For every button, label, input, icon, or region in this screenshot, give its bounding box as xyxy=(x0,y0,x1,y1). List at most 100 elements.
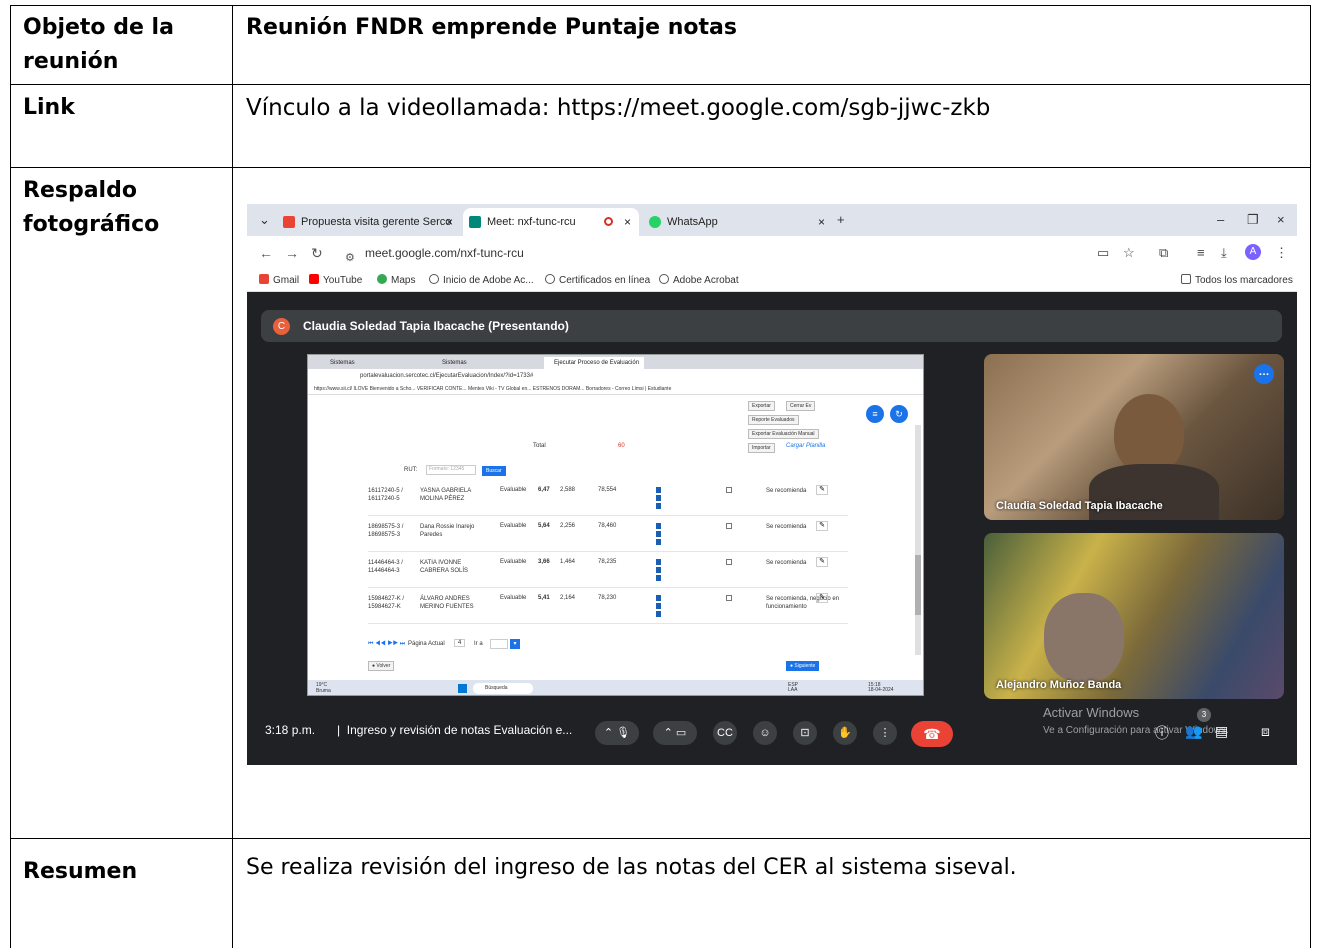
bookmarks-bar: Gmail YouTube Maps Inicio de Adobe Ac...… xyxy=(247,270,1297,292)
document-icon xyxy=(656,595,661,617)
row-rut: 18698575-3 / 18698575-3 xyxy=(368,524,404,538)
row-col-a: 2,256 xyxy=(560,523,576,529)
meeting-title-text: Ingreso y revisión de notas Evaluación e… xyxy=(346,723,573,737)
minimize-icon[interactable]: – xyxy=(1217,204,1224,236)
row-col-b: 78,230 xyxy=(598,595,617,601)
close-icon[interactable]: × xyxy=(624,208,631,236)
participant-name: Alejandro Muñoz Banda xyxy=(996,679,1122,691)
people-icon[interactable]: 👥 xyxy=(1185,723,1202,740)
meeting-clock: 3:18 p.m. xyxy=(265,723,316,737)
row-score: 6,47 xyxy=(538,487,550,493)
participant-tile-claudia[interactable]: … Claudia Soledad Tapia Ibacache xyxy=(984,354,1284,520)
chat-icon[interactable]: ▤ xyxy=(1215,723,1228,740)
bookmark-star-icon[interactable]: ☆ xyxy=(1123,236,1135,270)
microphone-button[interactable]: ⌃ 🎙 xyxy=(595,721,639,745)
tray-lang: ESP LAA xyxy=(788,682,799,693)
bookmark-maps[interactable]: Maps xyxy=(377,270,415,292)
meet-screenshot: ⌄ Propuesta visita gerente Serco × Meet:… xyxy=(247,204,1297,765)
more-options-icon[interactable]: ⋮ xyxy=(873,721,897,745)
gmail-icon xyxy=(283,216,295,228)
raise-hand-icon[interactable]: ✋ xyxy=(833,721,857,745)
captions-icon[interactable]: CC xyxy=(713,721,737,745)
new-tab-icon[interactable]: + xyxy=(837,204,845,236)
shared-taskbar: 19°C Bruma Búsqueda ESP LAA 15:18 18-04-… xyxy=(308,680,923,695)
objetivo-label: Objeto de la reunión xyxy=(10,5,232,84)
site-info-icon[interactable]: ⚙ xyxy=(345,246,355,270)
reading-list-icon[interactable]: ≡ xyxy=(1197,236,1205,270)
reporte-button: Reporte Evaluados xyxy=(748,415,799,425)
pencil-icon: ✎ xyxy=(816,593,828,603)
meeting-title: | Ingreso y revisión de notas Evaluación… xyxy=(337,723,572,737)
link-value[interactable]: Vínculo a la videollamada: https://meet.… xyxy=(233,85,1311,167)
shared-tabbar: Sistemas Sistemas Ejecutar Proceso de Ev… xyxy=(308,355,923,369)
url-input[interactable]: ⚙ meet.google.com/nxf-tunc-rcu xyxy=(337,241,837,265)
pencil-icon: ✎ xyxy=(816,521,828,531)
more-options-icon[interactable]: … xyxy=(1254,364,1274,384)
refresh-icon: ↻ xyxy=(890,405,908,423)
respaldo-label-line2: fotográfico xyxy=(23,212,160,237)
info-icon[interactable]: ⓘ xyxy=(1155,723,1169,743)
siguiente-button: ● Siguiente xyxy=(786,661,820,671)
row-col-a: 2,588 xyxy=(560,487,576,493)
close-window-icon[interactable]: × xyxy=(1277,204,1285,236)
tab-search-icon[interactable]: ⌄ xyxy=(259,204,270,236)
ir-a-label: Ir a xyxy=(474,641,483,647)
checkbox xyxy=(726,595,732,601)
bookmarks-folder[interactable]: Todos los marcadores xyxy=(1181,270,1293,292)
shared-content: Exportar Cerrar Ev Reporte Evaluados Exp… xyxy=(308,395,923,680)
emoji-icon[interactable]: ☺ xyxy=(753,721,777,745)
document-icon xyxy=(656,487,661,509)
total-label: Total xyxy=(533,443,546,449)
tab-whatsapp[interactable]: WhatsApp × xyxy=(643,208,833,236)
bookmark-gmail[interactable]: Gmail xyxy=(259,270,299,292)
forward-icon[interactable]: → xyxy=(285,236,299,270)
bookmark-certificados[interactable]: Certificados en línea xyxy=(545,270,650,292)
download-icon[interactable]: ⤓ xyxy=(1221,236,1227,270)
activities-icon[interactable]: ⧈ xyxy=(1261,723,1270,740)
bookmark-adobe-home[interactable]: Inicio de Adobe Ac... xyxy=(429,270,534,292)
globe-icon xyxy=(429,274,439,284)
address-bar-row: ← → ↻ ⚙ meet.google.com/nxf-tunc-rcu ▭ ☆… xyxy=(247,236,1297,270)
participant-count-badge: 3 xyxy=(1197,708,1211,722)
tab-gmail[interactable]: Propuesta visita gerente Serco × xyxy=(277,208,461,236)
browser-tabbar: ⌄ Propuesta visita gerente Serco × Meet:… xyxy=(247,204,1297,236)
close-icon[interactable]: × xyxy=(446,208,453,236)
tab-title: WhatsApp xyxy=(667,216,718,228)
objetivo-word: Objeto de la xyxy=(23,15,174,40)
tab-title: Propuesta visita gerente Serco xyxy=(301,216,452,228)
checkbox xyxy=(726,523,732,529)
bookmark-label: Certificados en línea xyxy=(559,275,651,286)
profile-avatar[interactable]: A xyxy=(1245,244,1261,260)
bookmark-acrobat[interactable]: Adobe Acrobat xyxy=(659,270,739,292)
reload-icon[interactable]: ↻ xyxy=(311,236,323,270)
restore-icon[interactable]: ❐ xyxy=(1247,204,1259,236)
objetivo-value: Reunión FNDR emprende Puntaje notas xyxy=(246,15,737,40)
camera-button[interactable]: ⌃ ▭ xyxy=(653,721,697,745)
bookmark-youtube[interactable]: YouTube xyxy=(309,270,362,292)
pencil-icon: ✎ xyxy=(816,485,828,495)
title-separator: | xyxy=(337,723,341,737)
menu-icon[interactable]: ⋮ xyxy=(1275,236,1288,270)
cerrar-button: Cerrar Ev xyxy=(786,401,816,411)
link-label: Link xyxy=(23,95,75,120)
report-icon: ≡ xyxy=(866,405,884,423)
recording-icon xyxy=(604,217,613,226)
participant-tile-alejandro[interactable]: Alejandro Muñoz Banda xyxy=(984,533,1284,699)
youtube-icon xyxy=(309,274,319,284)
row-divider xyxy=(368,551,848,552)
present-icon[interactable]: ⊡ xyxy=(793,721,817,745)
close-icon[interactable]: × xyxy=(818,208,825,236)
hang-up-button[interactable]: ☎ xyxy=(911,721,953,747)
activation-watermark-title: Activar Windows xyxy=(1043,705,1140,720)
tab-meet[interactable]: Meet: nxf-tunc-rcu × xyxy=(463,208,639,236)
bookmark-label: Adobe Acrobat xyxy=(673,275,739,286)
back-icon[interactable]: ← xyxy=(259,236,273,270)
bookmark-label: Inicio de Adobe Ac... xyxy=(443,275,534,286)
objetivo-label-line1: Objeto de la xyxy=(23,11,222,45)
globe-icon xyxy=(659,274,669,284)
shared-bookmarks-text: https://www.sii.cl/ ILOVE Bienvenido a S… xyxy=(314,386,672,392)
row-name: ÁLVARO ANDRES MERINO FUENTES xyxy=(420,596,474,610)
extensions-icon[interactable]: ⧉ xyxy=(1159,236,1168,270)
row-name: Dana Rossie Inarejo Paredes xyxy=(420,524,475,538)
cast-icon[interactable]: ▭ xyxy=(1097,236,1109,270)
